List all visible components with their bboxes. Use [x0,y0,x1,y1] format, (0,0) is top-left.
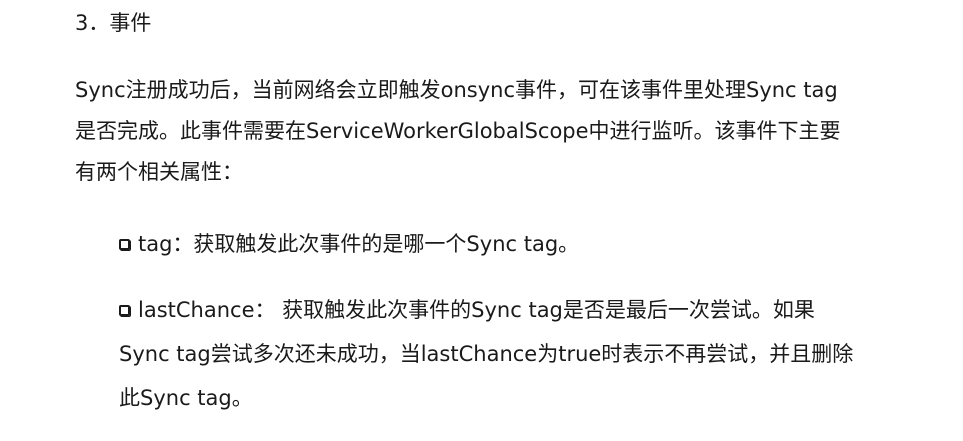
document-page: 3．事件 Sync注册成功后，当前网络会立即触发onsync事件，可在该事件里处… [0,0,963,441]
bullet-text: Sync tag尝试多次还未成功，当lastChance为true时表示不再尝试… [119,342,854,366]
paragraph-line: 是否完成。此事件需要在ServiceWorkerGlobalScope中进行监听… [75,119,841,143]
checkbox-icon [119,239,130,250]
paragraph-line: Sync注册成功后，当前网络会立即触发onsync事件，可在该事件里处理Sync… [75,78,838,102]
checkbox-icon [119,305,130,316]
body-paragraph: Sync注册成功后，当前网络会立即触发onsync事件，可在该事件里处理Sync… [75,70,885,193]
bullet-text: tag：获取触发此次事件的是哪一个Sync tag。 [138,232,580,256]
bullet-text: 此Sync tag。 [119,386,253,410]
bullet-text: lastChance： 获取触发此次事件的Sync tag是否是最后一次尝试。如… [138,298,815,322]
bullet-item-lastchance: lastChance： 获取触发此次事件的Sync tag是否是最后一次尝试。如… [119,288,899,420]
section-heading: 3．事件 [75,11,152,35]
paragraph-line: 有两个相关属性： [75,160,243,184]
bullet-item-tag: tag：获取触发此次事件的是哪一个Sync tag。 [119,222,899,266]
